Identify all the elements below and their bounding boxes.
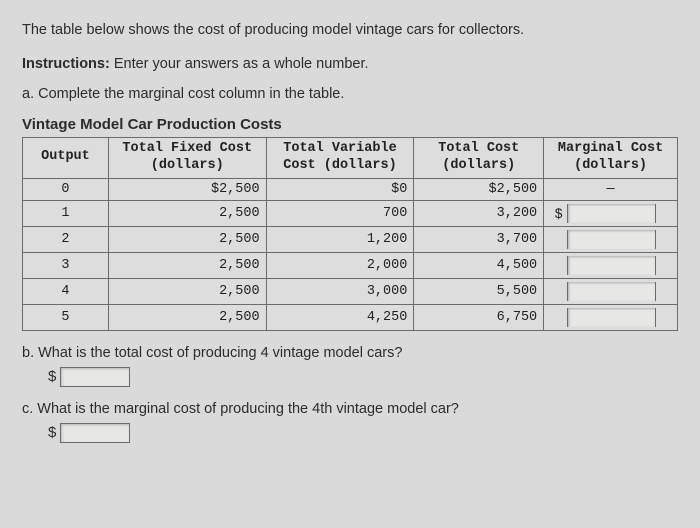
- cell-tvc: 700: [266, 200, 414, 226]
- mc-tick-box: [655, 308, 671, 327]
- cell-tfc: 2,500: [108, 200, 266, 226]
- cell-mc: [544, 304, 678, 330]
- mc-input-row2[interactable]: [568, 230, 655, 249]
- mc-dollar-sign: $: [550, 204, 568, 223]
- cell-tfc: 2,500: [108, 252, 266, 278]
- table-title: Vintage Model Car Production Costs: [22, 116, 678, 133]
- mc-tick-box: [655, 256, 671, 275]
- part-b-text: b. What is the total cost of producing 4…: [22, 345, 678, 361]
- part-c-answer-line: $: [22, 423, 678, 443]
- cell-tc: $2,500: [414, 178, 544, 200]
- header-mc: Marginal Cost (dollars): [544, 137, 678, 178]
- table-row: 5 2,500 4,250 6,750: [23, 304, 678, 330]
- mc-tick-box: [655, 282, 671, 301]
- intro-text: The table below shows the cost of produc…: [22, 20, 678, 42]
- cell-tc: 6,750: [414, 304, 544, 330]
- cell-mc: [544, 226, 678, 252]
- cell-tvc: 1,200: [266, 226, 414, 252]
- mc-dollar-sign: [550, 256, 568, 275]
- part-b-answer-line: $: [22, 367, 678, 387]
- mc-input-row1[interactable]: [568, 204, 655, 223]
- cell-tfc: 2,500: [108, 304, 266, 330]
- mc-tick-box: [655, 230, 671, 249]
- cell-output: 4: [23, 278, 109, 304]
- cell-tc: 5,500: [414, 278, 544, 304]
- header-tvc: Total Variable Cost (dollars): [266, 137, 414, 178]
- table-row: 4 2,500 3,000 5,500: [23, 278, 678, 304]
- cell-mc: [544, 252, 678, 278]
- mc-tick-box: [655, 204, 671, 223]
- mc-dollar-sign: [550, 230, 568, 249]
- cell-tvc: 4,250: [266, 304, 414, 330]
- cell-tc: 3,200: [414, 200, 544, 226]
- cell-tfc: 2,500: [108, 226, 266, 252]
- cell-tvc: 3,000: [266, 278, 414, 304]
- table-row: 2 2,500 1,200 3,700: [23, 226, 678, 252]
- instructions-line: Instructions: Enter your answers as a wh…: [22, 56, 678, 72]
- mc-input-row4[interactable]: [568, 282, 655, 301]
- dollar-sign: $: [48, 424, 56, 441]
- cell-tvc: $0: [266, 178, 414, 200]
- cell-tvc: 2,000: [266, 252, 414, 278]
- cell-mc-dash: —: [544, 178, 678, 200]
- cell-tc: 4,500: [414, 252, 544, 278]
- cell-tfc: 2,500: [108, 278, 266, 304]
- cell-mc: $: [544, 200, 678, 226]
- instructions-text: Enter your answers as a whole number.: [110, 56, 369, 72]
- production-cost-table: Output Total Fixed Cost (dollars) Total …: [22, 137, 678, 331]
- mc-input-row3[interactable]: [568, 256, 655, 275]
- cell-output: 3: [23, 252, 109, 278]
- table-row: 1 2,500 700 3,200 $: [23, 200, 678, 226]
- cell-tfc: $2,500: [108, 178, 266, 200]
- cell-output: 2: [23, 226, 109, 252]
- cell-output: 0: [23, 178, 109, 200]
- part-c-text: c. What is the marginal cost of producin…: [22, 401, 678, 417]
- cell-tc: 3,700: [414, 226, 544, 252]
- cell-output: 1: [23, 200, 109, 226]
- dollar-sign: $: [48, 368, 56, 385]
- part-a-text: a. Complete the marginal cost column in …: [22, 86, 678, 102]
- header-tfc: Total Fixed Cost (dollars): [108, 137, 266, 178]
- part-c-input[interactable]: [60, 423, 130, 443]
- mc-dollar-sign: [550, 282, 568, 301]
- table-header-row: Output Total Fixed Cost (dollars) Total …: [23, 137, 678, 178]
- table-row: 0 $2,500 $0 $2,500 —: [23, 178, 678, 200]
- cell-mc: [544, 278, 678, 304]
- cell-output: 5: [23, 304, 109, 330]
- header-output: Output: [23, 137, 109, 178]
- mc-input-row5[interactable]: [568, 308, 655, 327]
- table-row: 3 2,500 2,000 4,500: [23, 252, 678, 278]
- part-b-input[interactable]: [60, 367, 130, 387]
- mc-dollar-sign: [550, 308, 568, 327]
- instructions-label: Instructions:: [22, 56, 110, 72]
- header-tc: Total Cost (dollars): [414, 137, 544, 178]
